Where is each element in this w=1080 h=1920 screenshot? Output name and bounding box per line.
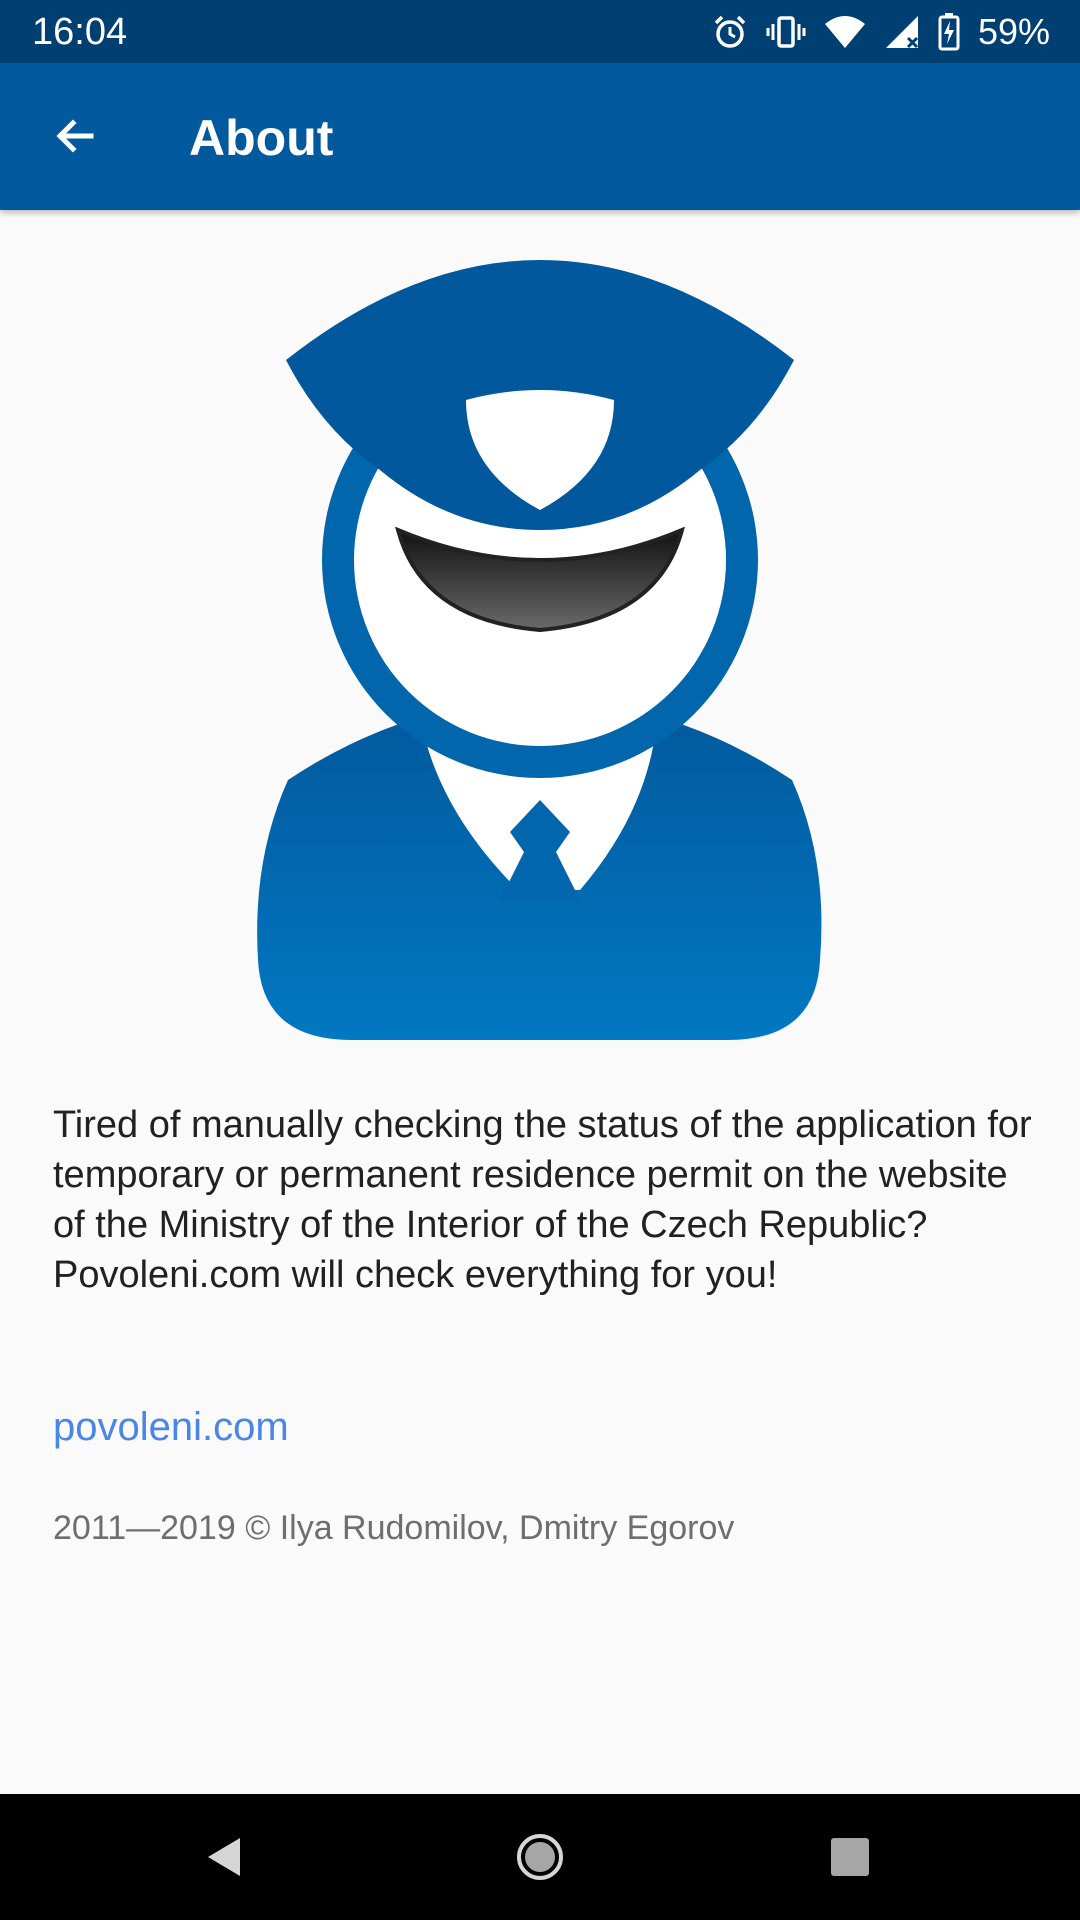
nav-home-icon [517,1834,563,1880]
signal-icon [884,14,920,50]
battery-percentage: 59% [977,10,1050,52]
wifi-icon [824,14,866,50]
system-nav-bar [0,1794,1080,1920]
battery-charging-icon [938,12,960,51]
status-time: 16:04 [32,11,128,53]
status-bar: 16:04 59% [0,0,1080,63]
status-icons: 59% [712,0,1050,63]
about-description: Tired of manually checking the status of… [53,1104,1032,1296]
page-title: About [189,110,334,166]
nav-back-button[interactable] [180,1812,270,1902]
police-officer-icon [248,260,832,1060]
nav-home-button[interactable] [495,1812,585,1902]
copyright-text: 2011—2019 © Ilya Rudomilov, Dmitry Egoro… [53,1509,735,1547]
arrow-back-icon [56,119,94,153]
nav-recents-icon [831,1838,869,1876]
app-bar: About [0,63,1080,210]
back-button[interactable] [30,91,120,181]
nav-back-icon [208,1838,240,1876]
alarm-icon [712,14,748,50]
nav-recents-button[interactable] [805,1812,895,1902]
website-link[interactable]: povoleni.com [53,1402,289,1452]
vibrate-icon [766,14,806,50]
